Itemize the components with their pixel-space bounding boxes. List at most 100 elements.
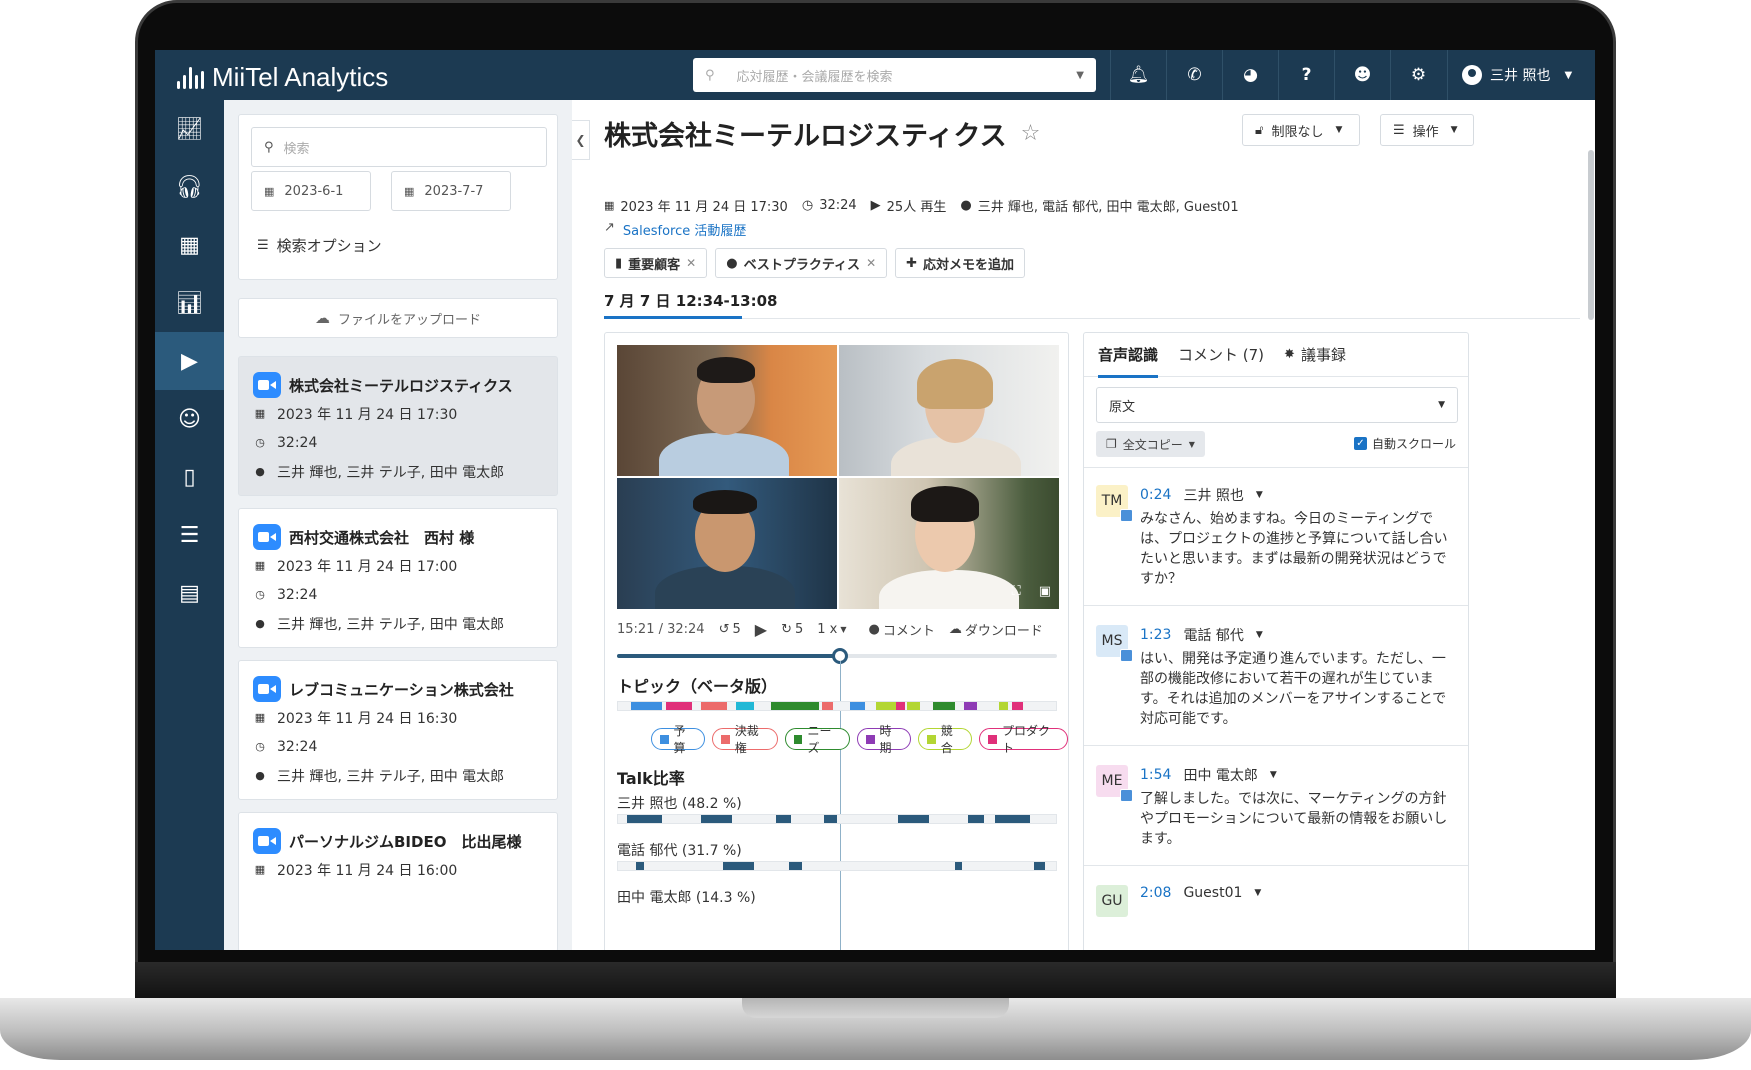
- fullscreen-icon[interactable]: ⛶: [1012, 584, 1021, 599]
- talk-segment[interactable]: [823, 815, 837, 823]
- settings-icon[interactable]: ⚙: [1390, 50, 1446, 100]
- date-from-field[interactable]: ▦ 2023-6-1: [251, 171, 371, 211]
- transcript-utterance[interactable]: GU 2:08 Guest01 ▼: [1096, 885, 1460, 945]
- topic-segment[interactable]: [896, 702, 905, 710]
- star-icon[interactable]: ☆: [1021, 121, 1041, 146]
- close-icon[interactable]: ✕: [686, 256, 696, 270]
- topic-segment[interactable]: [850, 702, 866, 710]
- chevron-down-icon[interactable]: ▼: [1256, 490, 1263, 500]
- speed-dropdown[interactable]: 1 x ▼: [817, 622, 846, 637]
- utterance-time[interactable]: 0:24: [1140, 487, 1171, 503]
- document-icon[interactable]: ▤: [155, 564, 224, 622]
- record-card[interactable]: 株式会社ミーテルロジスティクス ▦ 2023 年 11 月 24 日 17:30 …: [238, 356, 558, 496]
- list-search-input[interactable]: ⚲ 検索: [251, 127, 547, 167]
- video-grid[interactable]: ⛶ ▣: [617, 345, 1059, 609]
- chevron-down-icon[interactable]: ▼: [1256, 630, 1263, 640]
- talk-segment[interactable]: [723, 862, 754, 870]
- talk-segment[interactable]: [626, 815, 662, 823]
- copy-all-button[interactable]: ❐ 全文コピー ▼: [1096, 431, 1205, 457]
- talk-segment[interactable]: [635, 862, 645, 870]
- record-card[interactable]: 西村交通株式会社 西村 様 ▦ 2023 年 11 月 24 日 17:00 ◷ 3…: [238, 508, 558, 648]
- utterance-time[interactable]: 2:08: [1140, 885, 1171, 901]
- help-icon[interactable]: ?: [1278, 50, 1334, 100]
- tag-chip[interactable]: ▮ 重要顧客 ✕: [604, 248, 708, 278]
- topic-segment[interactable]: [631, 702, 662, 710]
- search-options-button[interactable]: ☰ 検索オプション: [257, 235, 382, 256]
- record-card[interactable]: パーソナルジムBIDEO 比出尾様 ▦ 2023 年 11 月 24 日 16:0…: [238, 812, 558, 950]
- topic-segment[interactable]: [933, 702, 956, 710]
- topic-segment[interactable]: [666, 702, 693, 710]
- topic-legend-chip[interactable]: プロダクト: [979, 724, 1068, 755]
- rewind-button[interactable]: ↺ 5: [719, 622, 741, 637]
- chevron-down-icon[interactable]: ▼: [1254, 888, 1261, 898]
- phone-icon[interactable]: ✆: [1166, 50, 1222, 100]
- salesforce-link[interactable]: ↗ Salesforce 活動履歴: [604, 220, 746, 239]
- download-button[interactable]: ☁ ダウンロード: [949, 620, 1043, 639]
- page-scrollbar[interactable]: [1588, 150, 1594, 320]
- headset-icon[interactable]: 🎧︎: [155, 158, 224, 216]
- transcript-utterance[interactable]: MS 1:23 電話 郁代 ▼ はい、開発は予定通り進んでいます。ただし、一部の機能…: [1096, 625, 1460, 735]
- seek-bar[interactable]: [617, 648, 1057, 664]
- transcript-utterance[interactable]: TM 0:24 三井 照也 ▼ みなさん、始めますね。今日のミーティングでは、プロジ…: [1096, 485, 1460, 595]
- app-logo[interactable]: MiiTel Analytics: [177, 62, 388, 93]
- topic-segment[interactable]: [907, 702, 921, 710]
- dashboard-icon[interactable]: ◕: [1222, 50, 1278, 100]
- topic-segment[interactable]: [736, 702, 754, 710]
- transcript-utterance[interactable]: ME 1:54 田中 電太郎 ▼ 了解しました。では次に、マーケティングの方針やプロ…: [1096, 765, 1460, 855]
- topic-segment[interactable]: [701, 702, 728, 710]
- clipboard-icon[interactable]: ☰: [155, 506, 224, 564]
- topic-legend-chip[interactable]: 予算: [651, 724, 706, 755]
- bell-icon[interactable]: 🔔︎: [1110, 50, 1166, 100]
- utterance-time[interactable]: 1:23: [1140, 627, 1171, 643]
- talk-segment[interactable]: [788, 862, 802, 870]
- actions-dropdown[interactable]: ☰ 操作 ▼: [1380, 114, 1474, 146]
- topic-legend-chip[interactable]: 時期: [857, 724, 912, 755]
- topic-timeline[interactable]: [617, 701, 1057, 711]
- speaker-talk-timeline[interactable]: [617, 861, 1057, 871]
- tab-speech-recognition[interactable]: 音声認識: [1098, 333, 1159, 378]
- tag-chip[interactable]: ● ベストプラクティス ✕: [715, 248, 888, 278]
- restriction-dropdown[interactable]: 🔓︎ 制限なし ▼: [1242, 114, 1360, 146]
- play-button[interactable]: ▶: [755, 620, 767, 639]
- upload-file-button[interactable]: ☁ ファイルをアップロード: [238, 298, 558, 338]
- video-icon[interactable]: ▶: [155, 332, 224, 390]
- utterance-time[interactable]: 1:54: [1140, 767, 1171, 783]
- topic-segment[interactable]: [821, 702, 833, 710]
- talk-segment[interactable]: [994, 815, 1030, 823]
- chevron-down-icon[interactable]: ▼: [1270, 770, 1277, 780]
- topic-segment[interactable]: [771, 702, 820, 710]
- language-select[interactable]: 原文 ▼: [1096, 387, 1458, 423]
- add-memo-button[interactable]: ✚ 応対メモを追加: [895, 248, 1026, 278]
- tab-date-session[interactable]: 7 月 7 日 12:34-13:08: [604, 290, 777, 311]
- talk-segment[interactable]: [1034, 862, 1046, 870]
- analytics-chart-icon[interactable]: 📈︎: [155, 100, 224, 158]
- topic-legend-chip[interactable]: ニーズ: [784, 724, 850, 755]
- talk-segment[interactable]: [968, 815, 984, 823]
- date-to-field[interactable]: ▦ 2023-7-7: [391, 171, 511, 211]
- topic-segment[interactable]: [999, 702, 1008, 710]
- support-icon[interactable]: ☻: [1334, 50, 1390, 100]
- tab-comments[interactable]: コメント (7): [1178, 344, 1264, 365]
- record-card[interactable]: レブコミュニケーション株式会社 ▦ 2023 年 11 月 24 日 16:30 …: [238, 660, 558, 800]
- topic-legend-chip[interactable]: 決裁権: [712, 724, 778, 755]
- global-search-input[interactable]: ⚲ 応対履歴・会議履歴を検索 ▼: [693, 58, 1096, 92]
- topic-legend-chip[interactable]: 競合: [918, 724, 973, 755]
- topic-segment[interactable]: [1012, 702, 1024, 710]
- table-icon[interactable]: ▦: [155, 216, 224, 274]
- talk-segment[interactable]: [955, 862, 962, 870]
- talk-segment[interactable]: [898, 815, 929, 823]
- robot-icon[interactable]: ☺: [155, 390, 224, 448]
- report-icon[interactable]: 📊︎: [155, 274, 224, 332]
- user-menu[interactable]: 三井 照也 ▼: [1447, 50, 1595, 100]
- topic-segment[interactable]: [876, 702, 897, 710]
- autoscroll-checkbox[interactable]: ✓ 自動スクロール: [1353, 435, 1456, 452]
- talk-segment[interactable]: [775, 815, 791, 823]
- collapse-panel-button[interactable]: ❮: [572, 120, 590, 160]
- talk-segment[interactable]: [701, 815, 732, 823]
- contact-book-icon[interactable]: ▯: [155, 448, 224, 506]
- forward-button[interactable]: ↻ 5: [781, 622, 803, 637]
- topic-segment[interactable]: [964, 702, 978, 710]
- close-icon[interactable]: ✕: [866, 256, 876, 270]
- tab-minutes[interactable]: ✸ 議事録: [1284, 344, 1346, 365]
- speaker-talk-timeline[interactable]: [617, 814, 1057, 824]
